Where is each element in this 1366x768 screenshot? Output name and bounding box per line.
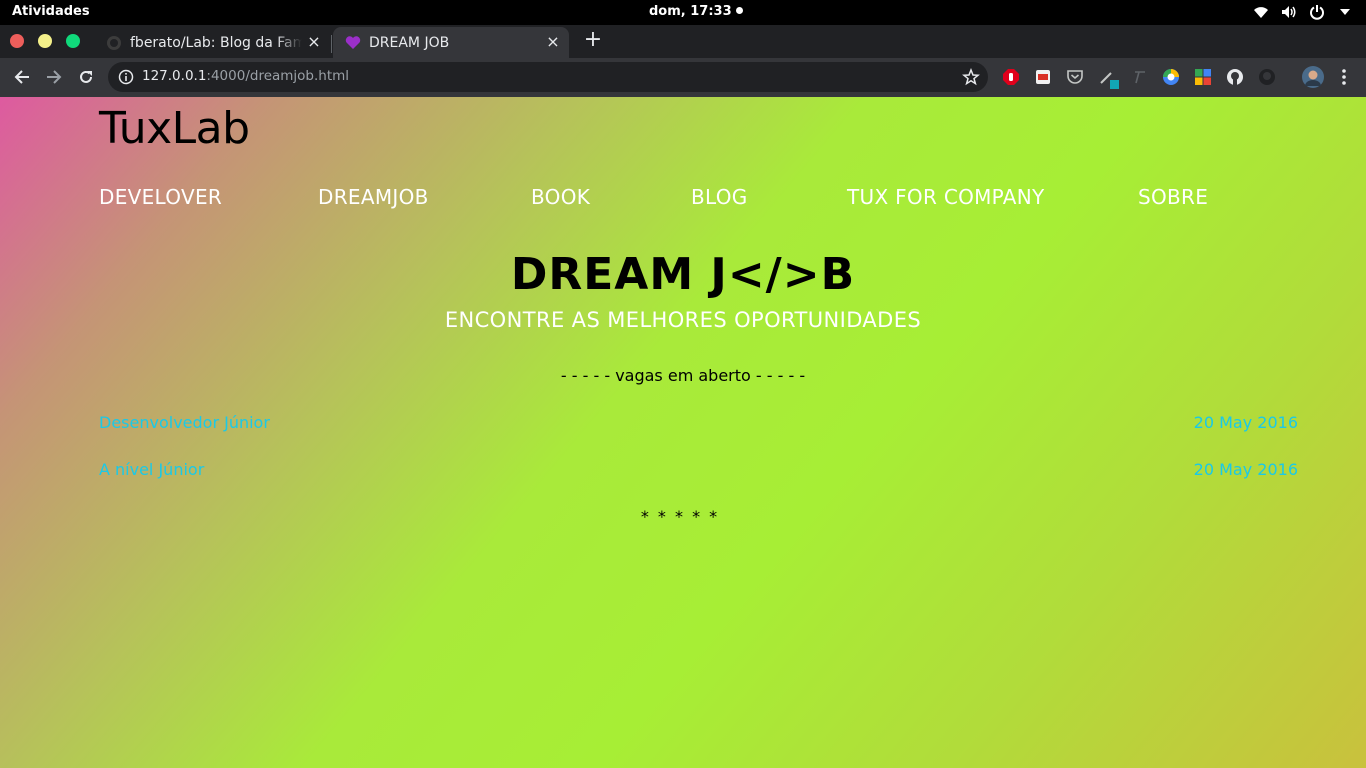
tab-github[interactable]: fberato/Lab: Blog da Família × xyxy=(94,27,330,58)
footer-separator: * * * * * xyxy=(640,507,720,526)
page-title-suffix: B xyxy=(820,249,856,300)
grid-icon[interactable] xyxy=(1194,68,1212,86)
close-icon[interactable]: × xyxy=(306,34,322,50)
nav-item-book[interactable]: BOOK xyxy=(531,185,590,209)
browser-toolbar: 127.0.0.1:4000/dreamjob.html xyxy=(0,58,1366,97)
reload-button[interactable] xyxy=(76,67,96,87)
power-icon[interactable] xyxy=(1308,3,1326,21)
section-heading: - - - - - vagas em aberto - - - - - xyxy=(560,366,806,385)
tab-dream-job[interactable]: DREAM JOB × xyxy=(333,27,569,58)
back-button[interactable] xyxy=(12,67,32,87)
pdf-icon[interactable] xyxy=(1034,68,1052,86)
info-icon[interactable] xyxy=(118,69,134,85)
nav-item-dreamjob[interactable]: DREAMJOB xyxy=(318,185,429,209)
nav-item-blog[interactable]: BLOG xyxy=(691,185,748,209)
page-subtitle: ENCONTRE AS MELHORES OPORTUNIDADES xyxy=(444,308,922,332)
bookmark-star-icon[interactable] xyxy=(962,67,980,86)
new-tab-button[interactable]: + xyxy=(583,29,603,51)
site-nav: DEVELOVER DREAMJOB BOOK BLOG TUX FOR COM… xyxy=(99,185,1209,213)
address-bar[interactable]: 127.0.0.1:4000/dreamjob.html xyxy=(108,62,988,92)
window-maximize-button[interactable] xyxy=(66,34,80,48)
job-title-link[interactable]: Desenvolvedor Júnior xyxy=(99,413,270,432)
tab-title: DREAM JOB xyxy=(369,34,450,51)
purple-heart-icon xyxy=(345,35,361,51)
page-title: DREAM J</>B xyxy=(0,249,1366,300)
profile-avatar[interactable] xyxy=(1302,66,1324,88)
clock[interactable]: dom, 17:33 xyxy=(649,4,743,19)
google-icon[interactable] xyxy=(1162,68,1180,86)
url-path: :4000/dreamjob.html xyxy=(206,68,350,84)
browser-menu-icon[interactable] xyxy=(1336,68,1352,86)
volume-icon[interactable] xyxy=(1280,3,1298,21)
github-icon[interactable] xyxy=(1226,68,1244,86)
web-page: TuxLab DEVELOVER DREAMJOB BOOK BLOG TUX … xyxy=(0,97,1366,768)
eyedropper-icon[interactable] xyxy=(1098,68,1119,89)
nav-item-tux-for-company[interactable]: TUX FOR COMPANY xyxy=(847,185,1045,209)
job-date: 20 May 2016 xyxy=(1193,413,1298,432)
tab-divider xyxy=(331,35,332,53)
tab-title: fberato/Lab: Blog da Família xyxy=(130,34,302,51)
forward-button[interactable] xyxy=(44,67,64,87)
system-top-bar: Atividades dom, 17:33 xyxy=(0,0,1366,25)
close-icon[interactable]: × xyxy=(545,34,561,50)
wifi-icon[interactable] xyxy=(1252,3,1270,21)
url-text[interactable]: 127.0.0.1:4000/dreamjob.html xyxy=(142,68,349,84)
job-title-link[interactable]: A nível Júnior xyxy=(99,460,204,479)
url-host: 127.0.0.1 xyxy=(142,68,207,84)
code-brackets-icon: </> xyxy=(727,249,821,300)
site-logo[interactable]: TuxLab xyxy=(99,103,250,154)
job-date: 20 May 2016 xyxy=(1193,460,1298,479)
activities-button[interactable]: Atividades xyxy=(12,4,90,19)
list-item: A nível Júnior 20 May 2016 xyxy=(99,460,1298,482)
pocket-icon[interactable] xyxy=(1066,68,1084,86)
clock-label: dom, 17:33 xyxy=(649,4,732,19)
system-tray[interactable] xyxy=(1252,3,1354,21)
adblock-icon[interactable] xyxy=(1002,68,1020,86)
tab-strip: fberato/Lab: Blog da Família × DREAM JOB… xyxy=(0,25,1366,58)
list-item: Desenvolvedor Júnior 20 May 2016 xyxy=(99,413,1298,435)
github-dark-icon[interactable] xyxy=(1258,68,1276,86)
nav-item-develover[interactable]: DEVELOVER xyxy=(99,185,222,209)
github-icon xyxy=(106,35,122,51)
notification-dot-icon xyxy=(735,7,743,14)
page-title-prefix: DREAM J xyxy=(510,249,728,300)
window-close-button[interactable] xyxy=(10,34,24,48)
nav-item-sobre[interactable]: SOBRE xyxy=(1138,185,1208,209)
window-minimize-button[interactable] xyxy=(38,34,52,48)
font-icon[interactable] xyxy=(1130,68,1148,86)
chevron-down-icon[interactable] xyxy=(1336,3,1354,21)
